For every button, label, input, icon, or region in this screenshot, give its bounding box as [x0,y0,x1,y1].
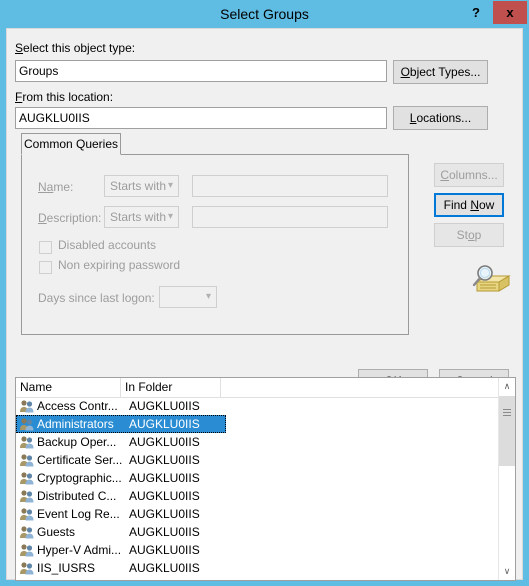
scrollbar-grip-icon [503,409,511,416]
column-header-in-folder[interactable]: In Folder [121,378,221,397]
find-now-button[interactable]: Find Now [434,193,504,217]
group-icon [19,579,35,581]
group-icon [20,490,34,503]
column-header-name[interactable]: Name [16,378,121,397]
table-row[interactable]: Event Log Re... AUGKLU0IIS [16,505,500,523]
group-icon [20,526,34,539]
row-folder: AUGKLU0IIS [129,417,200,431]
table-row[interactable]: Distributed C... AUGKLU0IIS [16,487,500,505]
days-since-last-logon-select[interactable]: ▾ [159,286,217,308]
group-icon [20,562,34,575]
name-condition-select[interactable]: Starts with ▾ [104,175,179,197]
row-folder: AUGKLU0IIS [129,453,200,467]
non-expiring-password-label: Non expiring password [58,258,181,272]
column-header-filler [221,378,500,397]
list-rows: Access Contr... AUGKLU0IIS Administrators A… [16,397,500,581]
chevron-down-icon: ▾ [167,180,173,191]
row-name: Hyper-V Admi... [37,543,122,557]
scroll-down-icon[interactable]: ∨ [499,563,515,580]
table-row[interactable]: Backup Oper... AUGKLU0IIS [16,433,500,451]
columns-button[interactable]: Columns... [434,163,504,187]
table-row[interactable]: Guests AUGKLU0IIS [16,523,500,541]
row-name: Cryptographic... [37,471,122,485]
table-row[interactable]: Hyper-V Admi... AUGKLU0IIS [16,541,500,559]
table-row[interactable]: IIS_IUSRS AUGKLU0IIS [16,559,500,577]
folder-magnifier-icon [471,263,515,299]
row-folder: AUGKLU0IIS [129,561,200,575]
scrollbar-thumb[interactable] [499,396,515,466]
table-row[interactable]: Certificate Ser... AUGKLU0IIS [16,451,500,469]
row-folder: AUGKLU0IIS [129,471,200,485]
row-name: Administrators [37,417,114,431]
disabled-accounts-checkbox[interactable] [39,241,52,254]
stop-button[interactable]: Stop [434,223,504,247]
group-icon [20,436,34,449]
object-type-input[interactable] [15,60,387,82]
name-label: Name: [38,180,74,194]
row-name: Backup Oper... [37,435,117,449]
location-label: From this location: [15,90,114,104]
scroll-up-icon[interactable]: ∧ [499,378,515,395]
table-row[interactable]: Administrators AUGKLU0IIS [16,415,226,433]
title-bar: Select Groups ? x [0,0,529,28]
disabled-accounts-label: Disabled accounts [58,238,157,252]
days-since-last-logon-label: Days since last logon: [38,291,155,305]
window-title: Select Groups [220,6,309,22]
group-icon [20,472,34,485]
group-icon [20,418,34,431]
location-input[interactable] [15,107,387,129]
description-label: Description: [38,211,102,225]
description-condition-select[interactable]: Starts with ▾ [104,206,179,228]
row-name: IIS_IUSRS [37,561,96,575]
group-icon [20,454,34,467]
row-folder: AUGKLU0IIS [129,489,200,503]
row-name: Distributed C... [37,489,117,503]
list-column-header: Name In Folder [16,378,500,398]
dialog-client-area: Select this object type: Object Types...… [6,28,523,581]
common-queries-tabstrip: Common Queries Name: Starts with ▾ Descri… [21,133,409,335]
row-folder: AUGKLU0IIS [129,435,200,449]
row-folder: AUGKLU0IIS [129,399,200,413]
table-row[interactable]: Access Contr... AUGKLU0IIS [16,397,500,415]
tab-common-queries[interactable]: Common Queries [21,133,121,155]
select-groups-dialog: Select Groups ? x Select this object typ… [0,0,529,586]
table-row[interactable]: Network Confi... AUGKLU0IIS [16,577,500,581]
row-name: Network Confi... [37,577,122,580]
chevron-down-icon: ▾ [167,211,173,222]
row-folder: AUGKLU0IIS [129,577,200,580]
tab-panel-common-queries: Name: Starts with ▾ Description: Starts w… [21,154,409,335]
row-folder: AUGKLU0IIS [129,543,200,557]
group-icon [20,508,34,521]
chevron-down-icon: ▾ [205,291,211,302]
close-icon[interactable]: x [493,1,527,24]
table-row[interactable]: Cryptographic... AUGKLU0IIS [16,469,500,487]
non-expiring-password-checkbox[interactable] [39,261,52,274]
list-vertical-scrollbar[interactable]: ∧ ∨ [498,378,515,580]
row-folder: AUGKLU0IIS [129,525,200,539]
locations-button[interactable]: Locations... [393,106,488,130]
row-name: Event Log Re... [37,507,120,521]
object-types-button[interactable]: Object Types... [393,60,488,84]
row-name: Certificate Ser... [37,453,123,467]
description-value-input[interactable] [192,206,388,228]
group-icon [20,544,34,557]
row-folder: AUGKLU0IIS [129,507,200,521]
search-results-list[interactable]: Name In Folder Access Contr... AUGKLU0IIS… [15,377,516,581]
name-value-input[interactable] [192,175,388,197]
object-type-label: Select this object type: [15,41,136,55]
row-name: Access Contr... [37,399,118,413]
row-name: Guests [37,525,76,539]
help-icon[interactable]: ? [460,1,492,24]
group-icon [20,400,34,413]
